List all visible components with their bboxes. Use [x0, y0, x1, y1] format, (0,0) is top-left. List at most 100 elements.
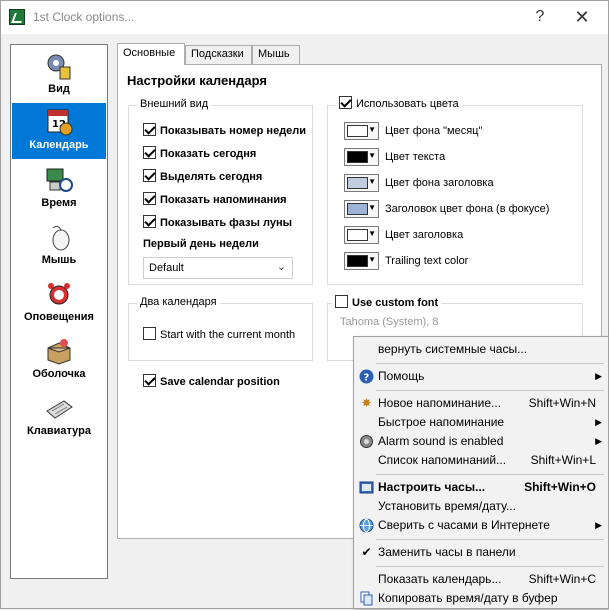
menu-separator [376, 539, 604, 540]
color-row-trailing-text: ▼ Trailing text color [344, 252, 468, 270]
menu-item-label: Показать календарь... [378, 572, 502, 586]
menu-item-set-datetime[interactable]: Установить время/дату... [356, 497, 606, 516]
color-picker-button[interactable]: ▼ [344, 226, 379, 244]
menu-item-reminder-list[interactable]: Список напоминаний... Shift+Win+L [356, 451, 606, 470]
menu-item-label: Новое напоминание... [378, 396, 501, 410]
use-custom-font-checkbox[interactable]: Use custom font [332, 295, 442, 309]
highlight-today-checkbox[interactable]: Выделять сегодня [143, 169, 262, 183]
menu-item-label: Установить время/дату... [378, 499, 516, 513]
sidebar-item-view[interactable]: Вид [12, 47, 106, 103]
checkbox-label: Save calendar position [160, 376, 280, 388]
speaker-icon [359, 434, 374, 449]
dropdown-arrow-icon: ▼ [368, 203, 376, 212]
box-icon [44, 336, 74, 366]
dropdown-arrow-icon: ▼ [368, 255, 376, 264]
checkbox-box[interactable] [143, 215, 156, 228]
menu-separator [376, 390, 604, 391]
show-reminders-checkbox[interactable]: Показать напоминания [143, 192, 287, 206]
menu-separator [376, 566, 604, 567]
menu-item-help[interactable]: ? Помощь ▶ [356, 367, 606, 386]
tab-general[interactable]: Основные [117, 43, 185, 65]
show-week-number-checkbox[interactable]: Показывать номер недели [143, 123, 306, 137]
menu-item-new-reminder[interactable]: ✸ Новое напоминание... Shift+Win+N [356, 394, 606, 413]
help-button[interactable]: ? [525, 5, 555, 29]
checkbox-box[interactable] [339, 96, 352, 109]
checkbox-label: Показывать номер недели [160, 125, 307, 137]
checkbox-label: Выделять сегодня [160, 171, 263, 183]
submenu-arrow-icon: ▶ [595, 436, 602, 446]
menu-item-label: Сверить с часами в Интернете [378, 518, 550, 532]
menu-item-alarm-sound[interactable]: Alarm sound is enabled ▶ [356, 432, 606, 451]
menu-item-configure-clock[interactable]: Настроить часы... Shift+Win+O [356, 478, 606, 497]
dropdown-arrow-icon: ▼ [368, 229, 376, 238]
menu-item-internet-sync[interactable]: Сверить с часами в Интернете ▶ [356, 516, 606, 535]
app-icon [9, 9, 25, 25]
color-swatch [347, 125, 368, 137]
color-picker-button[interactable]: ▼ [344, 148, 379, 166]
menu-item-copy-datetime[interactable]: Копировать время/дату в буфер [356, 589, 606, 608]
sidebar-item-label: Мышь [41, 254, 77, 266]
color-swatch [347, 151, 368, 163]
checkbox-label: Показать напоминания [160, 194, 287, 206]
color-picker-button[interactable]: ▼ [344, 200, 379, 218]
sidebar-item-calendar[interactable]: 12 Календарь [12, 103, 106, 159]
checkbox-box[interactable] [143, 123, 156, 136]
color-row-header-bg: ▼ Цвет фона заголовка [344, 174, 494, 192]
menu-item-label: Alarm sound is enabled [378, 434, 504, 448]
show-moon-phases-checkbox[interactable]: Показывать фазы луны [143, 215, 292, 229]
checkbox-box[interactable] [143, 169, 156, 182]
sidebar-item-time[interactable]: Время [12, 161, 106, 217]
menu-item-quick-reminder[interactable]: Быстрое напоминание ▶ [356, 413, 606, 432]
menu-item-label: вернуть системные часы... [378, 342, 528, 356]
color-row-label: Цвет текста [385, 150, 446, 163]
color-swatch [347, 203, 368, 215]
sidebar-item-keyboard[interactable]: Клавиатура [12, 389, 106, 445]
title-bar[interactable]: 1st Clock options... ? ✕ [1, 1, 608, 34]
close-button[interactable]: ✕ [567, 5, 597, 29]
submenu-arrow-icon: ▶ [595, 417, 602, 427]
help-icon: ? [359, 369, 374, 384]
color-row-label: Цвет фона "месяц" [385, 124, 483, 137]
submenu-arrow-icon: ▶ [595, 371, 602, 381]
window-title: 1st Clock options... [33, 10, 135, 24]
dropdown-arrow-icon: ▼ [368, 177, 376, 186]
checkbox-box[interactable] [143, 327, 156, 340]
color-picker-button[interactable]: ▼ [344, 174, 379, 192]
sidebar-item-mouse[interactable]: Мышь [12, 218, 106, 274]
sparkle-icon: ✸ [361, 396, 372, 410]
settings-app-icon [359, 480, 374, 495]
checkmark-icon: ✔ [361, 545, 372, 559]
show-today-checkbox[interactable]: Показать сегодня [143, 146, 256, 160]
calendar-icon: 12 [44, 107, 74, 137]
sidebar-item-label: Клавиатура [27, 425, 91, 437]
dropdown-arrow-icon: ▼ [368, 125, 376, 134]
color-picker-button[interactable]: ▼ [344, 122, 379, 140]
tab-mouse[interactable]: Мышь [252, 45, 300, 65]
color-row-month-bg: ▼ Цвет фона "месяц" [344, 122, 482, 140]
checkbox-box[interactable] [143, 146, 156, 159]
context-menu: вернуть системные часы... ? Помощь ▶ ✸ Н… [353, 336, 609, 609]
globe-icon [359, 518, 374, 533]
mouse-icon [44, 222, 74, 252]
menu-item-shortcut: Shift+Win+L [530, 453, 596, 467]
checkbox-box[interactable] [143, 374, 156, 387]
menu-item-label: Быстрое напоминание [378, 415, 505, 429]
first-day-select[interactable]: Default ⌄ [143, 257, 293, 279]
save-calendar-position-checkbox[interactable]: Save calendar position [143, 374, 280, 388]
sidebar-item-label: Вид [48, 83, 70, 95]
font-name-text: Tahoma (System), 8 [340, 316, 439, 328]
start-current-month-checkbox[interactable]: Start with the current month [143, 327, 295, 341]
checkbox-box[interactable] [143, 192, 156, 205]
keyboard-icon [44, 393, 74, 423]
dropdown-arrow-icon: ▼ [368, 151, 376, 160]
checkbox-box[interactable] [335, 295, 348, 308]
tab-tooltips[interactable]: Подсказки [185, 45, 252, 65]
first-day-label: Первый день недели [143, 238, 259, 250]
use-colors-checkbox[interactable]: Использовать цвета [336, 96, 462, 110]
sidebar-item-shell[interactable]: Оболочка [12, 332, 106, 388]
menu-item-show-calendar[interactable]: Показать календарь... Shift+Win+C [356, 570, 606, 589]
menu-item-restore-system-clock[interactable]: вернуть системные часы... [356, 340, 606, 359]
sidebar-item-alerts[interactable]: Оповещения [12, 275, 106, 331]
color-picker-button[interactable]: ▼ [344, 252, 379, 270]
menu-item-replace-clock[interactable]: ✔ Заменить часы в панели [356, 543, 606, 562]
